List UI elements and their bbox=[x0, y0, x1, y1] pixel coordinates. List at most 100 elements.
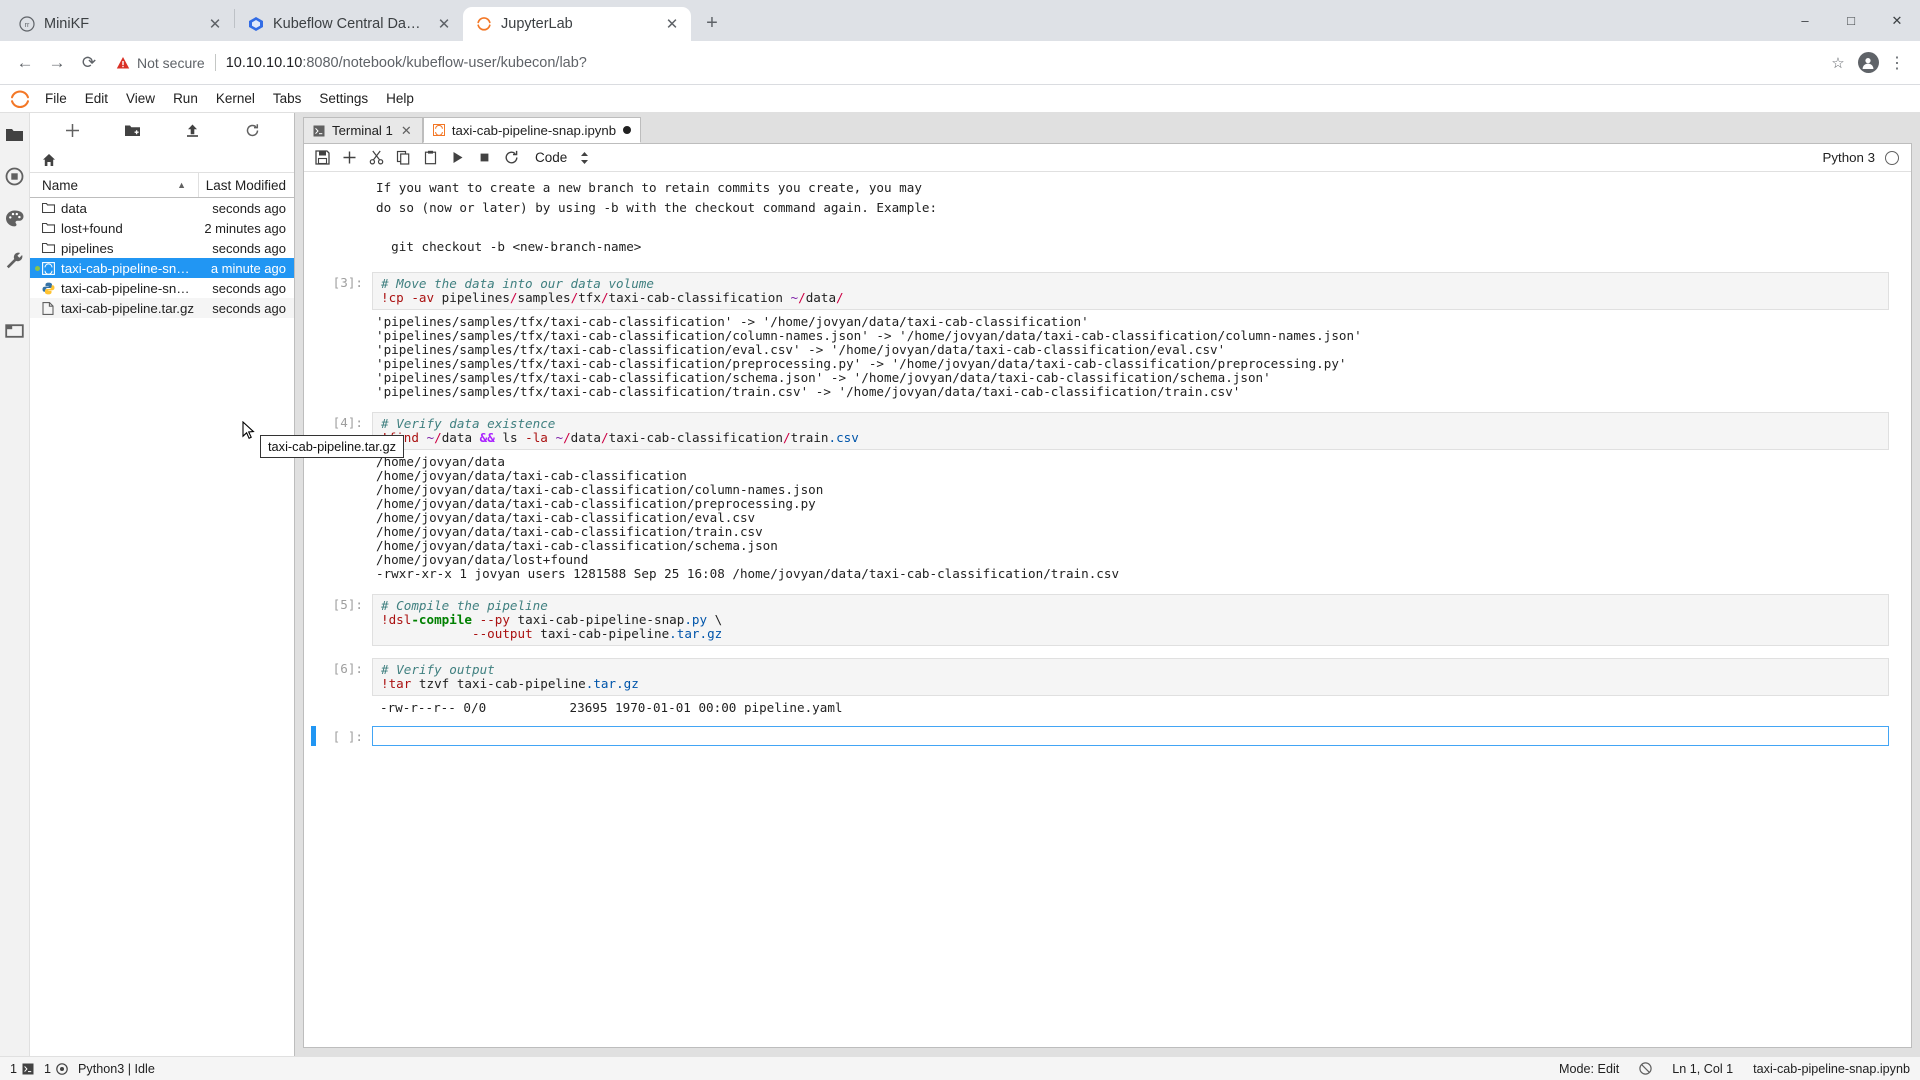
home-icon[interactable] bbox=[42, 153, 56, 167]
file-name: data bbox=[61, 200, 87, 216]
menu-run[interactable]: Run bbox=[164, 86, 207, 112]
tabs-icon[interactable] bbox=[3, 318, 27, 342]
cell-editor-empty[interactable] bbox=[372, 726, 1889, 746]
python-icon bbox=[42, 282, 61, 295]
tools-icon[interactable] bbox=[3, 248, 27, 272]
cell-body: # Compile the pipeline !dsl-compile --py… bbox=[372, 594, 1911, 646]
list-item[interactable]: pipelines seconds ago bbox=[30, 238, 294, 258]
cell-type-selector[interactable]: Code bbox=[535, 150, 590, 165]
new-launcher-button[interactable] bbox=[59, 118, 85, 142]
close-icon[interactable]: ✕ bbox=[435, 15, 453, 33]
list-item[interactable]: taxi-cab-pipeline-snap.py seconds ago bbox=[30, 278, 294, 298]
browser-tab-jupyterlab[interactable]: JupyterLab ✕ bbox=[463, 7, 691, 41]
file-modified: 2 minutes ago bbox=[204, 220, 286, 236]
output-line: /home/jovyan/data/taxi-cab-classificatio… bbox=[376, 482, 824, 497]
url-bar[interactable]: Not secure 10.10.10.10:8080/notebook/kub… bbox=[116, 48, 1822, 78]
window-controls: – □ ✕ bbox=[1782, 0, 1920, 41]
paste-cell-button[interactable] bbox=[418, 146, 443, 170]
menu-tabs[interactable]: Tabs bbox=[264, 86, 311, 112]
cursor-position[interactable]: Ln 1, Col 1 bbox=[1672, 1062, 1733, 1076]
restart-kernel-button[interactable] bbox=[499, 146, 524, 170]
back-button[interactable]: ← bbox=[10, 48, 40, 78]
cell-body: # Verify output !tar tzvf taxi-cab-pipel… bbox=[372, 658, 1911, 720]
palette-icon[interactable] bbox=[3, 206, 27, 230]
chevron-updown-icon bbox=[579, 151, 590, 165]
avatar bbox=[1857, 52, 1879, 73]
cell-body: If you want to create a new branch to re… bbox=[372, 176, 1911, 258]
kernel-indicator[interactable]: Python 3 bbox=[1823, 150, 1906, 165]
menu-settings[interactable]: Settings bbox=[310, 86, 377, 112]
warning-triangle-icon bbox=[116, 56, 130, 70]
profile-avatar[interactable] bbox=[1854, 49, 1882, 77]
reload-button[interactable]: ⟳ bbox=[74, 48, 104, 78]
maximize-button[interactable]: □ bbox=[1828, 0, 1874, 41]
breadcrumb[interactable] bbox=[30, 147, 294, 173]
file-browser-icon[interactable] bbox=[3, 122, 27, 146]
column-header-last-modified[interactable]: Last Modified bbox=[199, 178, 294, 193]
menu-help[interactable]: Help bbox=[377, 86, 423, 112]
cut-cell-button[interactable] bbox=[364, 146, 389, 170]
output-line: /home/jovyan/data/taxi-cab-classificatio… bbox=[376, 524, 763, 539]
notebook-cell[interactable]: [4]: # Verify data existence !find ~/dat… bbox=[304, 412, 1911, 586]
insert-cell-button[interactable] bbox=[337, 146, 362, 170]
notebook-cell[interactable]: [6]: # Verify output !tar tzvf taxi-cab-… bbox=[304, 658, 1911, 720]
output-line: git checkout -b <new-branch-name> bbox=[376, 238, 642, 254]
unsaved-indicator[interactable] bbox=[623, 126, 632, 134]
interrupt-kernel-button[interactable] bbox=[472, 146, 497, 170]
tab-notebook[interactable]: taxi-cab-pipeline-snap.ipynb bbox=[422, 117, 642, 143]
status-bar-right: Mode: Edit Ln 1, Col 1 taxi-cab-pipeline… bbox=[1559, 1062, 1910, 1076]
running-terminals-icon[interactable] bbox=[3, 164, 27, 188]
status-bar-left: 1 1 Python3 | Idle bbox=[10, 1062, 155, 1076]
run-cell-button[interactable] bbox=[445, 146, 470, 170]
active-file-name: taxi-cab-pipeline-snap.ipynb bbox=[1753, 1061, 1910, 1076]
kernel-count[interactable]: 1 bbox=[44, 1062, 68, 1076]
kernel-status-text[interactable]: Python3 | Idle bbox=[78, 1062, 155, 1076]
file-icon bbox=[42, 301, 61, 315]
menu-view[interactable]: View bbox=[117, 86, 164, 112]
cell-editor[interactable]: # Compile the pipeline !dsl-compile --py… bbox=[372, 594, 1889, 646]
notebook-cell[interactable]: If you want to create a new branch to re… bbox=[304, 176, 1911, 258]
new-tab-button[interactable]: + bbox=[697, 8, 727, 38]
column-header-name[interactable]: Name ▲ bbox=[30, 173, 199, 197]
browser-tab-kubeflow[interactable]: Kubeflow Central Dashboard ✕ bbox=[235, 7, 463, 41]
window-close-button[interactable]: ✕ bbox=[1874, 0, 1920, 41]
terminal-count[interactable]: 1 bbox=[10, 1062, 34, 1076]
browser-menu-icon[interactable]: ⋮ bbox=[1884, 49, 1910, 77]
jupyter-icon bbox=[475, 16, 492, 33]
menu-kernel[interactable]: Kernel bbox=[207, 86, 264, 112]
minimize-button[interactable]: – bbox=[1782, 0, 1828, 41]
kernel-name-label: Python 3 bbox=[1822, 150, 1876, 165]
close-icon[interactable]: ✕ bbox=[663, 15, 681, 33]
code-source: !tar tzvf taxi-cab-pipeline.tar.gz bbox=[381, 676, 639, 691]
forward-button[interactable]: → bbox=[42, 48, 72, 78]
upload-button[interactable] bbox=[179, 118, 205, 142]
cell-editor[interactable]: # Verify data existence !find ~/data && … bbox=[372, 412, 1889, 450]
list-item[interactable]: data seconds ago bbox=[30, 198, 294, 218]
new-folder-button[interactable] bbox=[119, 118, 145, 142]
jupyter-menu-bar: File Edit View Run Kernel Tabs Settings … bbox=[0, 85, 1920, 113]
cell-editor[interactable]: # Verify output !tar tzvf taxi-cab-pipel… bbox=[372, 658, 1889, 696]
notebook-cell-active[interactable]: [ ]: bbox=[304, 726, 1911, 746]
list-item-selected[interactable]: taxi-cab-pipeline-snap.ip... a minute ag… bbox=[30, 258, 294, 278]
bookmark-star-icon[interactable]: ☆ bbox=[1824, 49, 1852, 77]
close-icon[interactable]: ✕ bbox=[206, 15, 224, 33]
code-source: !cp -av pipelines/samples/tfx/taxi-cab-c… bbox=[381, 290, 844, 305]
menu-file[interactable]: File bbox=[36, 86, 76, 112]
list-item[interactable]: lost+found 2 minutes ago bbox=[30, 218, 294, 238]
refresh-button[interactable] bbox=[239, 118, 265, 142]
cell-editor[interactable]: # Move the data into our data volume !cp… bbox=[372, 272, 1889, 310]
copy-cell-button[interactable] bbox=[391, 146, 416, 170]
save-button[interactable] bbox=[310, 146, 335, 170]
close-icon[interactable]: ✕ bbox=[400, 123, 413, 139]
notebook-panel: Code Python 3 If you want to create a ne… bbox=[303, 143, 1912, 1048]
file-browser-toolbar bbox=[30, 113, 294, 147]
notebook-cell[interactable]: [3]: # Move the data into our data volum… bbox=[304, 272, 1911, 404]
menu-edit[interactable]: Edit bbox=[76, 86, 117, 112]
browser-tab-minikf[interactable]: rr MiniKF ✕ bbox=[6, 7, 234, 41]
notebook-cell-list[interactable]: If you want to create a new branch to re… bbox=[304, 172, 1911, 1047]
notebook-cell[interactable]: [5]: # Compile the pipeline !dsl-compile… bbox=[304, 594, 1911, 646]
status-bar: 1 1 Python3 | Idle Mode: Edit Ln 1, Col … bbox=[0, 1056, 1920, 1080]
tab-terminal-1[interactable]: Terminal 1 ✕ bbox=[303, 117, 423, 143]
list-item[interactable]: taxi-cab-pipeline.tar.gz seconds ago bbox=[30, 298, 294, 318]
output-line: If you want to create a new branch to re… bbox=[376, 180, 922, 195]
